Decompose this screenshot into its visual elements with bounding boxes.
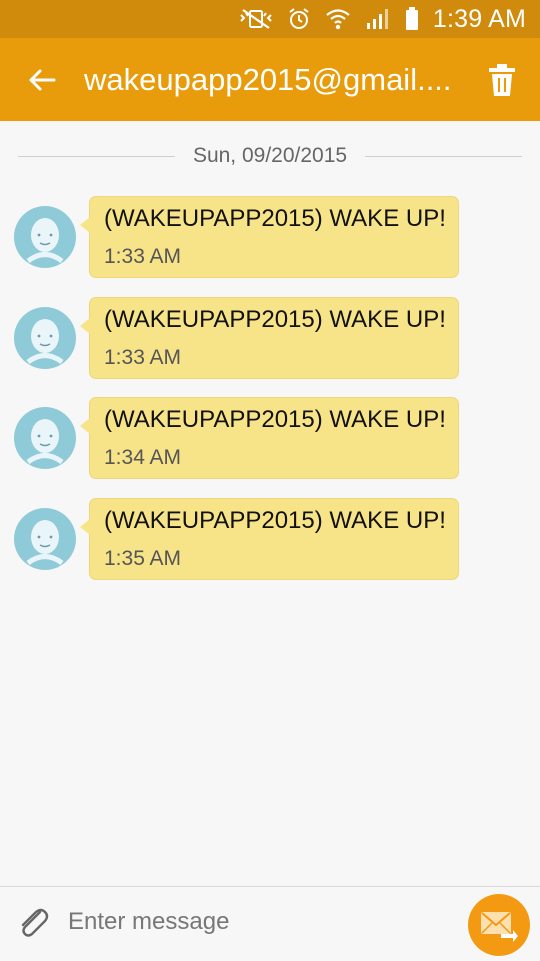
app-bar: wakeupapp2015@gmail.... (0, 38, 540, 121)
date-divider: Sun, 09/20/2015 (18, 142, 523, 170)
message-bubble[interactable]: (WAKEUPAPP2015) WAKE UP! 1:33 AM (80, 297, 459, 379)
status-time: 1:39 AM (432, 4, 526, 33)
message-time: 1:35 AM (104, 547, 182, 570)
status-icons: 1:39 AM (239, 0, 540, 38)
trash-icon (489, 64, 515, 96)
message-text: (WAKEUPAPP2015) WAKE UP! (104, 306, 446, 333)
message-item: (WAKEUPAPP2015) WAKE UP! 1:35 AM (0, 498, 540, 582)
attach-button[interactable] (14, 903, 52, 941)
contact-avatar[interactable] (14, 407, 76, 469)
contact-avatar[interactable] (14, 508, 76, 570)
divider-line (18, 155, 175, 157)
conversation-date: Sun, 09/20/2015 (192, 144, 348, 167)
paperclip-icon (21, 908, 49, 937)
message-time: 1:33 AM (104, 346, 182, 369)
message-text: (WAKEUPAPP2015) WAKE UP! (104, 205, 446, 232)
message-item: (WAKEUPAPP2015) WAKE UP! 1:34 AM (0, 397, 540, 481)
bubble-tail (80, 217, 90, 233)
vibrate-mute-icon (239, 8, 273, 30)
message-text: (WAKEUPAPP2015) WAKE UP! (104, 406, 446, 433)
conversation-title: wakeupapp2015@gmail.... (84, 62, 452, 97)
battery-icon (405, 7, 419, 31)
message-item: (WAKEUPAPP2015) WAKE UP! 1:33 AM (0, 196, 540, 280)
back-button[interactable] (24, 62, 60, 98)
avatar-face-icon (14, 508, 76, 570)
message-bubble[interactable]: (WAKEUPAPP2015) WAKE UP! 1:34 AM (80, 397, 459, 479)
contact-avatar[interactable] (14, 206, 76, 268)
delete-button[interactable] (484, 60, 520, 100)
alarm-icon (287, 7, 311, 31)
divider-line (365, 155, 523, 157)
bubble-tail (80, 418, 90, 434)
status-bar: 1:39 AM (0, 0, 540, 38)
message-time: 1:33 AM (104, 245, 182, 268)
avatar-face-icon (14, 407, 76, 469)
message-text: (WAKEUPAPP2015) WAKE UP! (104, 507, 446, 534)
message-input[interactable] (68, 903, 448, 941)
avatar-face-icon (14, 206, 76, 268)
avatar-face-icon (14, 307, 76, 369)
bubble-tail (80, 519, 90, 535)
wifi-icon (325, 7, 351, 31)
message-bubble[interactable]: (WAKEUPAPP2015) WAKE UP! 1:35 AM (80, 498, 459, 580)
bubble-tail (80, 318, 90, 334)
composer-bar (0, 886, 540, 961)
message-bubble[interactable]: (WAKEUPAPP2015) WAKE UP! 1:33 AM (80, 196, 459, 278)
message-item: (WAKEUPAPP2015) WAKE UP! 1:33 AM (0, 297, 540, 381)
back-arrow-icon (29, 69, 56, 91)
send-button[interactable] (468, 894, 530, 956)
message-time: 1:34 AM (104, 446, 182, 469)
signal-icon (365, 7, 391, 31)
contact-avatar[interactable] (14, 307, 76, 369)
send-message-icon (481, 912, 518, 942)
